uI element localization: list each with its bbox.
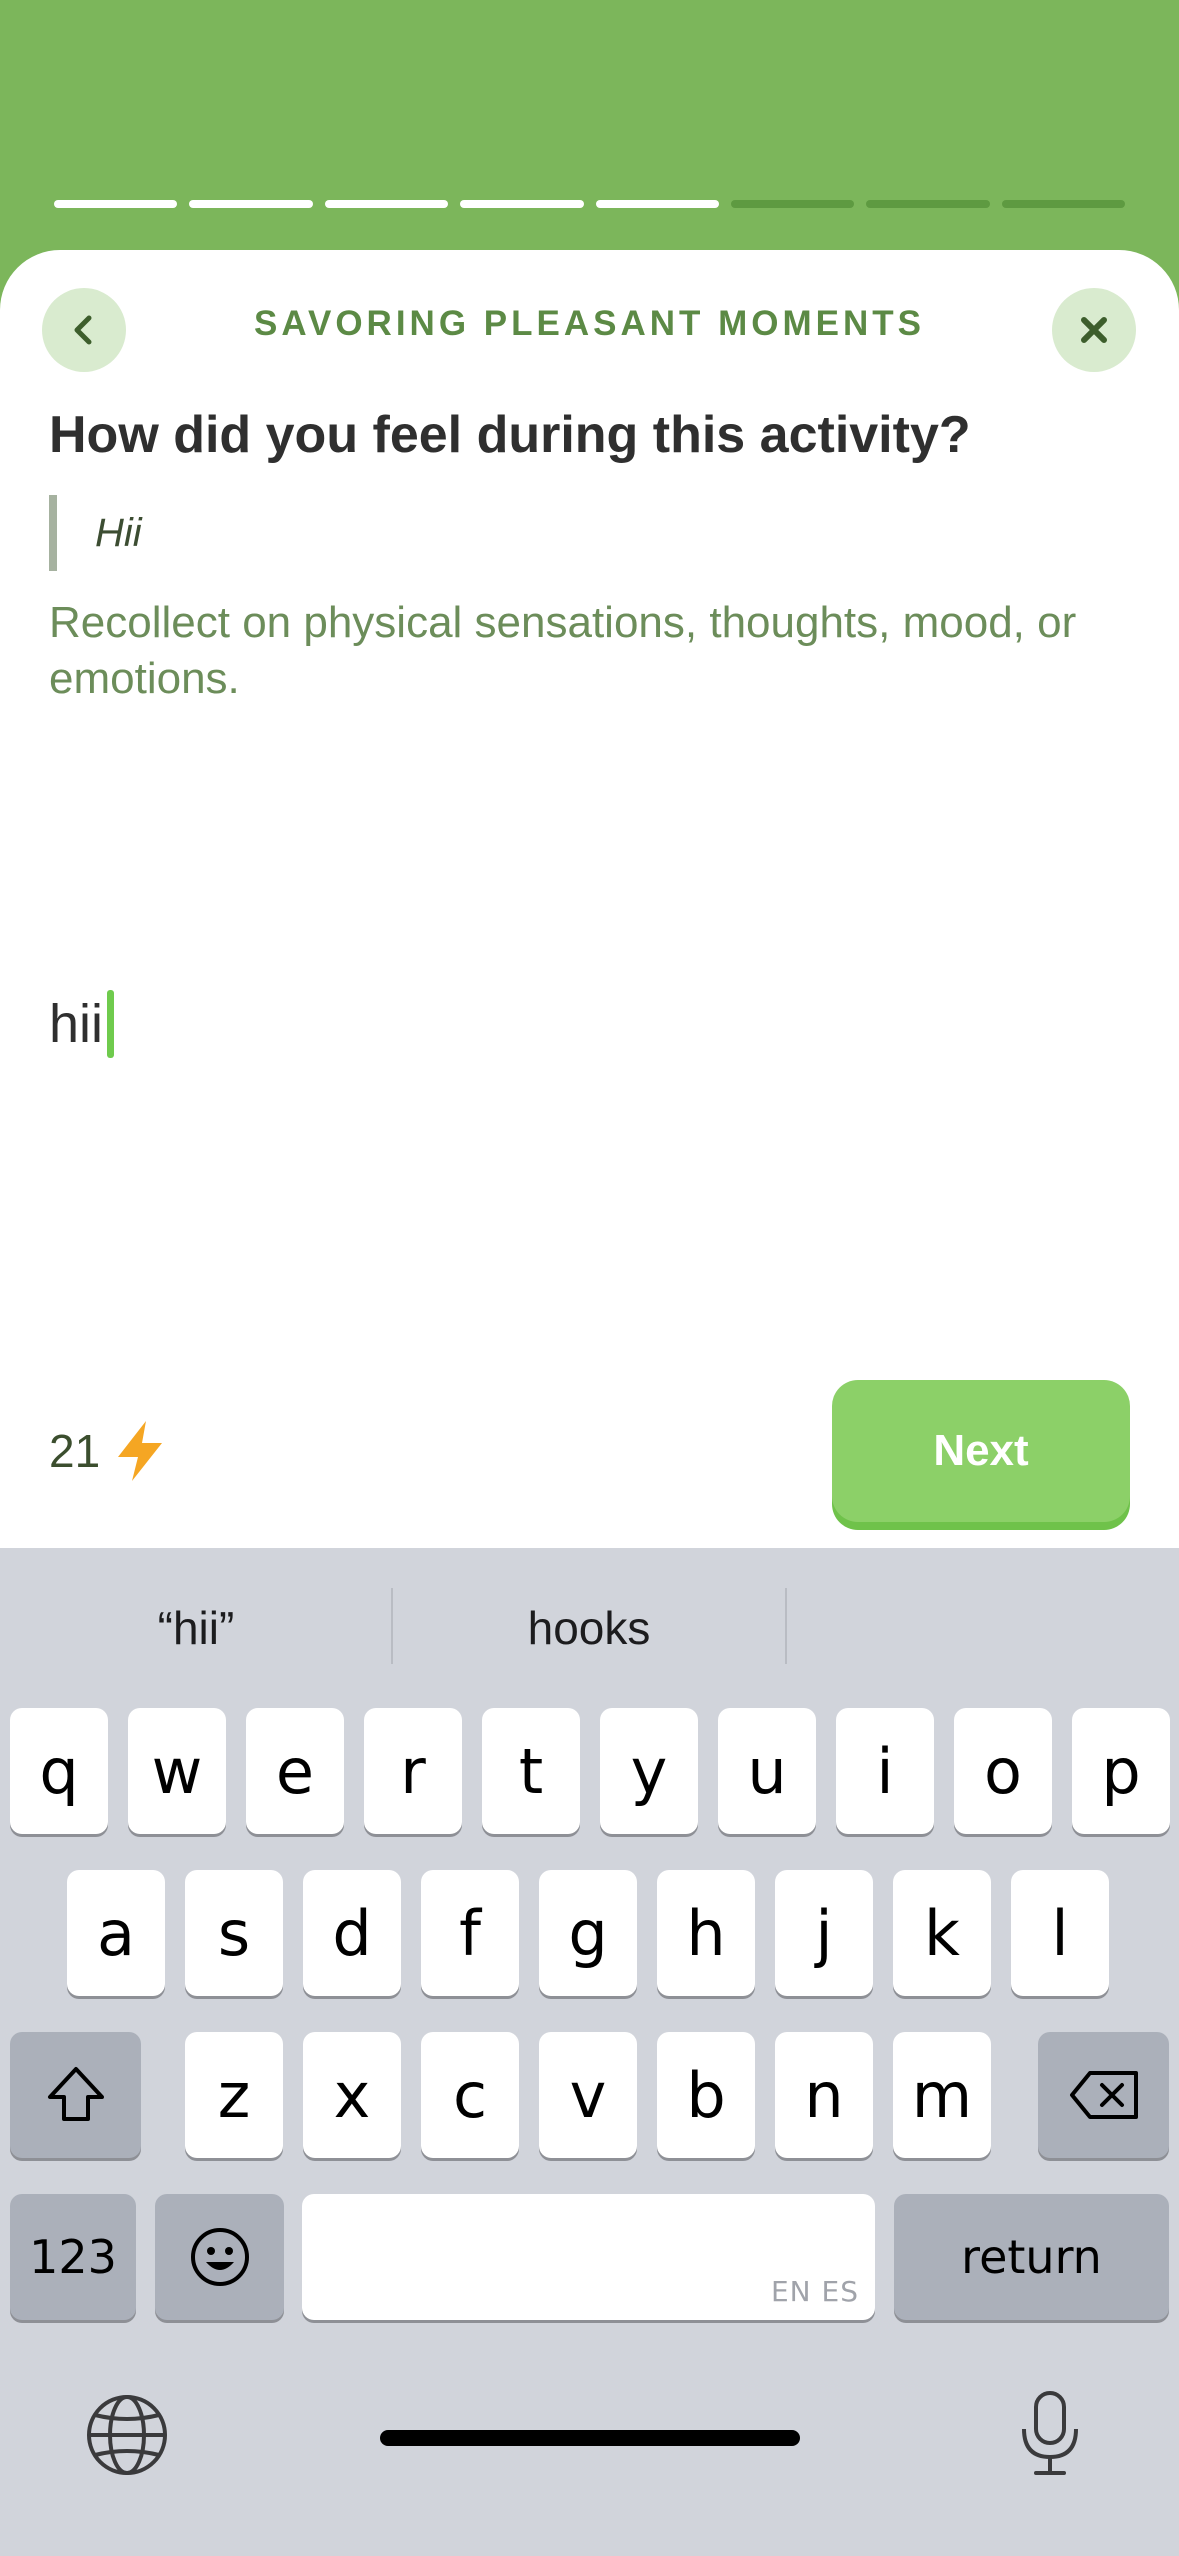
text-caret — [107, 990, 115, 1058]
answer-input[interactable]: hii — [49, 988, 115, 1060]
key-r[interactable]: r — [364, 1708, 462, 1834]
key-c[interactable]: c — [421, 2032, 519, 2158]
microphone-button[interactable] — [1000, 2384, 1100, 2484]
progress-segment — [595, 200, 719, 208]
suggestion-item[interactable]: “hii” — [0, 1590, 392, 1666]
previous-answer-quote: Hii — [49, 495, 649, 571]
key-u[interactable]: u — [718, 1708, 816, 1834]
answer-text: hii — [49, 994, 104, 1054]
prompt-hint: Recollect on physical sensations, though… — [49, 598, 1077, 703]
key-e[interactable]: e — [246, 1708, 344, 1834]
key-m[interactable]: m — [893, 2032, 991, 2158]
key-k[interactable]: k — [893, 1870, 991, 1996]
key-z[interactable]: z — [185, 2032, 283, 2158]
key-h[interactable]: h — [657, 1870, 755, 1996]
home-indicator[interactable] — [380, 2430, 800, 2446]
key-i[interactable]: i — [836, 1708, 934, 1834]
lightning-bolt-icon — [118, 1421, 163, 1481]
key-d[interactable]: d — [303, 1870, 401, 1996]
delete-key[interactable] — [1038, 2032, 1169, 2158]
key-y[interactable]: y — [600, 1708, 698, 1834]
progress-segment — [1001, 200, 1125, 208]
shift-key[interactable] — [10, 2032, 141, 2158]
key-f[interactable]: f — [421, 1870, 519, 1996]
next-button[interactable]: Next — [832, 1380, 1130, 1522]
globe-button[interactable] — [80, 2388, 174, 2482]
key-l[interactable]: l — [1011, 1870, 1109, 1996]
globe-icon — [87, 2395, 167, 2475]
key-a[interactable]: a — [67, 1870, 165, 1996]
points-counter: 21 — [49, 1415, 168, 1487]
progress-bar — [54, 200, 1125, 208]
close-icon — [1081, 317, 1107, 343]
progress-segment — [189, 200, 313, 208]
activity-title: SAVORING PLEASANT MOMENTS — [253, 304, 926, 343]
progress-segment — [866, 200, 990, 208]
return-key[interactable]: return — [894, 2194, 1169, 2320]
progress-segment — [730, 200, 855, 208]
progress-segment — [460, 200, 584, 208]
key-j[interactable]: j — [775, 1870, 873, 1996]
numbers-key[interactable]: 123 — [10, 2194, 136, 2320]
key-q[interactable]: q — [10, 1708, 108, 1834]
progress-segment — [54, 200, 178, 208]
microphone-icon — [1022, 2391, 1078, 2475]
keyboard: “hii” hooks q w e r t y u i o p a s d f … — [0, 1548, 1179, 2556]
suggestion-item[interactable]: hooks — [393, 1590, 785, 1666]
key-o[interactable]: o — [954, 1708, 1052, 1834]
key-x[interactable]: x — [303, 2032, 401, 2158]
points-value: 21 — [49, 1425, 101, 1477]
key-n[interactable]: n — [775, 2032, 873, 2158]
shift-icon — [47, 2067, 104, 2121]
key-s[interactable]: s — [185, 1870, 283, 1996]
key-w[interactable]: w — [128, 1708, 226, 1834]
key-v[interactable]: v — [539, 2032, 637, 2158]
activity-sheet: SAVORING PLEASANT MOMENTS How did you fe… — [0, 250, 1179, 1550]
suggestion-item[interactable] — [787, 1590, 1179, 1666]
emoji-icon — [190, 2228, 249, 2286]
backspace-icon — [1069, 2071, 1138, 2119]
key-g[interactable]: g — [539, 1870, 637, 1996]
key-p[interactable]: p — [1072, 1708, 1170, 1834]
suggestion-bar: “hii” hooks — [0, 1548, 1179, 1704]
key-b[interactable]: b — [657, 2032, 755, 2158]
close-button[interactable] — [1052, 288, 1136, 372]
space-key[interactable]: EN ES — [302, 2194, 875, 2320]
key-t[interactable]: t — [482, 1708, 580, 1834]
language-indicator: EN ES — [770, 2275, 859, 2308]
emoji-key[interactable] — [155, 2194, 284, 2320]
question-heading: How did you feel during this activity? — [49, 406, 971, 464]
progress-segment — [324, 200, 449, 208]
top-banner — [0, 0, 1179, 260]
